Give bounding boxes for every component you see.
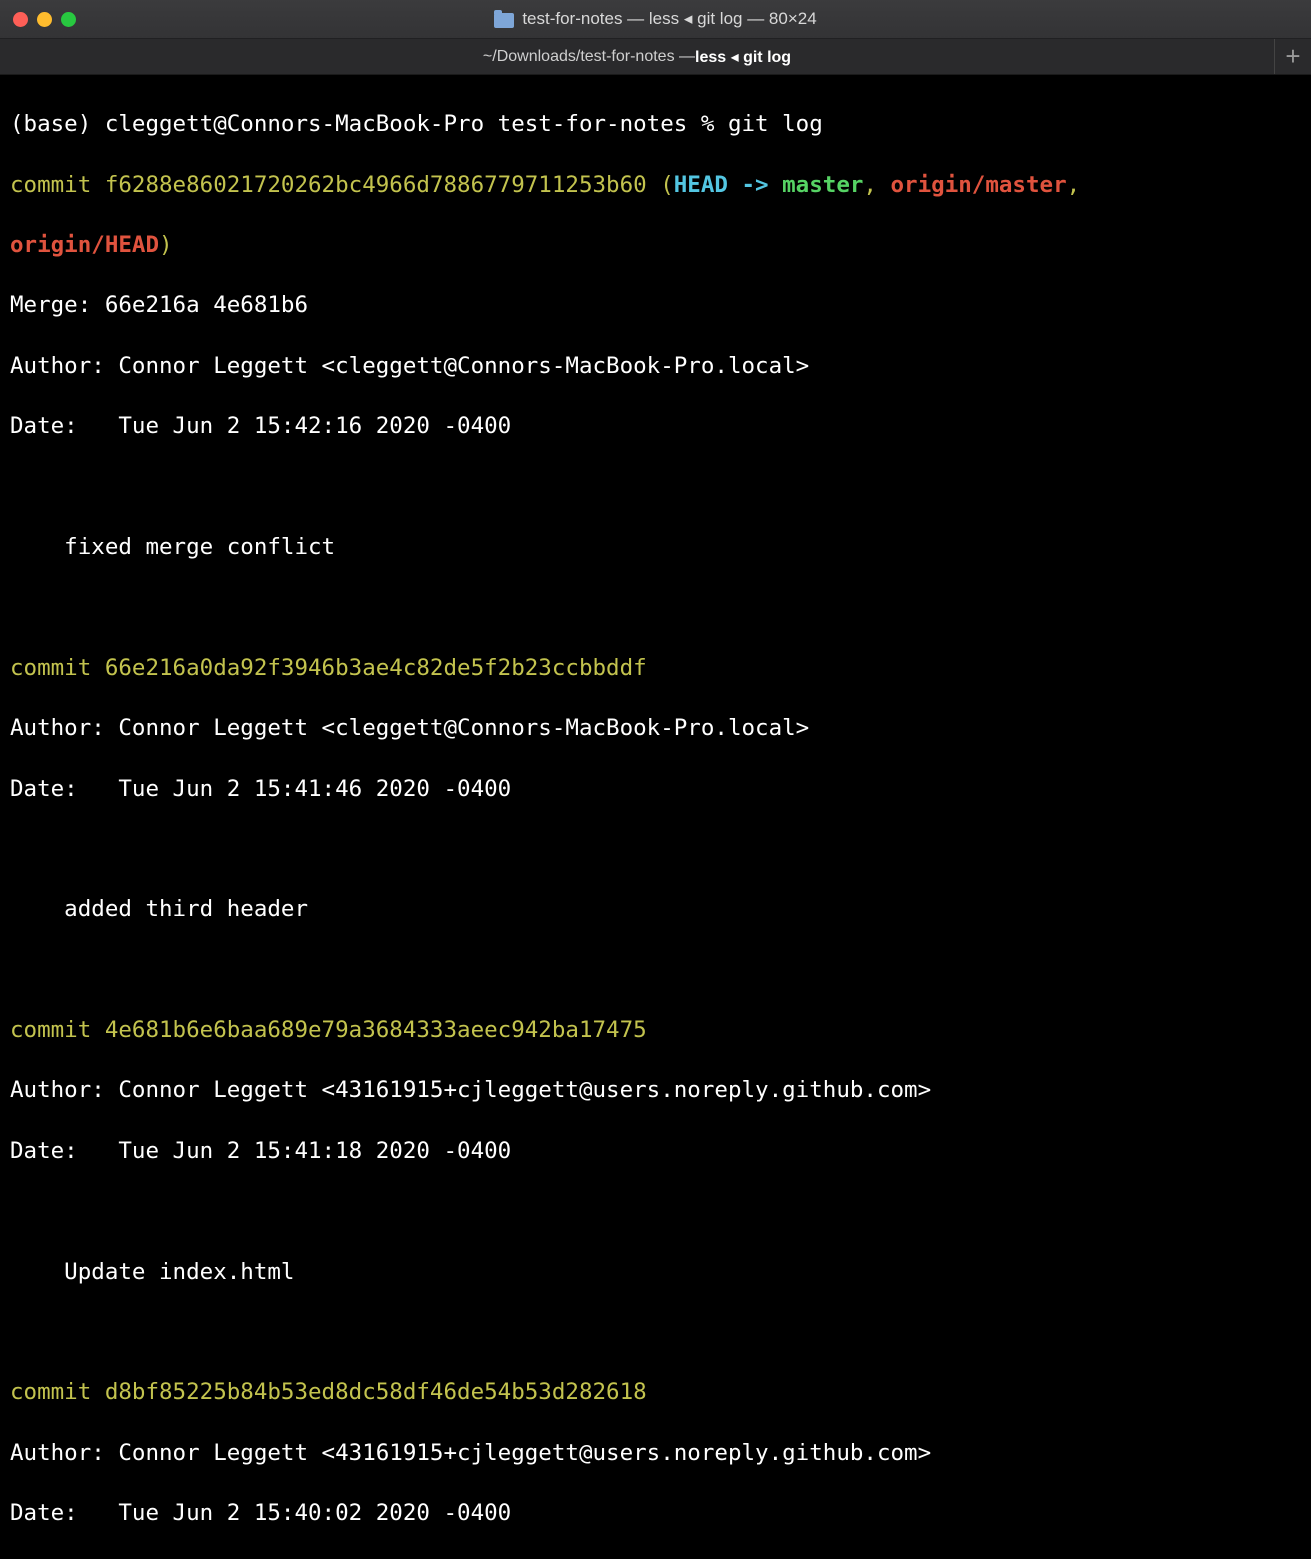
minimize-window-button[interactable]	[37, 12, 52, 27]
ref-close: )	[159, 231, 173, 258]
commit-hash: commit f6288e86021720262bc4966d788677971…	[10, 171, 647, 198]
commit-line-wrap: origin/HEAD)	[10, 230, 1311, 260]
branch-master: master	[782, 171, 864, 198]
prompt-line: (base) cleggett@Connors-MacBook-Pro test…	[10, 109, 1311, 139]
date-line: Date: Tue Jun 2 15:42:16 2020 -0400	[10, 411, 1311, 441]
date-line: Date: Tue Jun 2 15:40:02 2020 -0400	[10, 1498, 1311, 1528]
window-controls	[13, 12, 76, 27]
commit-message: fixed merge conflict	[10, 533, 336, 560]
author-line: Author: Connor Leggett <43161915+cjlegge…	[10, 1075, 1311, 1105]
commit-hash: commit d8bf85225b84b53ed8dc58df46de54b53…	[10, 1379, 647, 1406]
date-text: Date: Tue Jun 2 15:41:46 2020 -0400	[10, 775, 512, 802]
tab-bar: ~/Downloads/test-for-notes — less ◂ git …	[0, 39, 1311, 75]
tab-process: less ◂ git log	[695, 48, 792, 66]
ref-open: (	[646, 171, 674, 198]
commit-line: commit 66e216a0da92f3946b3ae4c82de5f2b23…	[10, 653, 1311, 683]
commit-hash: commit 66e216a0da92f3946b3ae4c82de5f2b23…	[10, 654, 647, 681]
author-text: Author: Connor Leggett <43161915+cjlegge…	[10, 1439, 932, 1466]
date-line: Date: Tue Jun 2 15:41:18 2020 -0400	[10, 1136, 1311, 1166]
branch-origin-head: origin/HEAD	[10, 231, 160, 258]
author-line: Author: Connor Leggett <43161915+cjlegge…	[10, 1438, 1311, 1468]
date-text: Date: Tue Jun 2 15:40:02 2020 -0400	[10, 1500, 512, 1527]
window-title-text: test-for-notes — less ◂ git log — 80×24	[522, 9, 817, 28]
branch-origin-master: origin/master	[890, 171, 1067, 198]
commit-line: commit d8bf85225b84b53ed8dc58df46de54b53…	[10, 1377, 1311, 1407]
ref-separator: ,	[863, 171, 891, 198]
merge-text: Merge: 66e216a 4e681b6	[10, 292, 309, 319]
message-line: fixed merge conflict	[10, 532, 1311, 562]
commit-message: added third header	[10, 896, 309, 923]
message-line: added third header	[10, 894, 1311, 924]
commit-line: commit f6288e86021720262bc4966d788677971…	[10, 170, 1311, 200]
title-bar: test-for-notes — less ◂ git log — 80×24	[0, 0, 1311, 39]
date-text: Date: Tue Jun 2 15:41:18 2020 -0400	[10, 1137, 512, 1164]
author-text: Author: Connor Leggett <43161915+cjlegge…	[10, 1077, 932, 1104]
close-window-button[interactable]	[13, 12, 28, 27]
tab-path: ~/Downloads/test-for-notes —	[482, 47, 696, 65]
prompt-text: (base) cleggett@Connors-MacBook-Pro test…	[10, 111, 823, 138]
date-line: Date: Tue Jun 2 15:41:46 2020 -0400	[10, 774, 1311, 804]
ref-separator: ,	[1066, 171, 1081, 198]
commit-hash: commit 4e681b6e6baa689e79a3684333aeec942…	[10, 1017, 647, 1044]
terminal-output[interactable]: (base) cleggett@Connors-MacBook-Pro test…	[0, 75, 1311, 1559]
zoom-window-button[interactable]	[61, 12, 76, 27]
tab-terminal[interactable]: ~/Downloads/test-for-notes — less ◂ git …	[0, 39, 1274, 74]
message-line: Update index.html	[10, 1257, 1311, 1287]
author-line: Author: Connor Leggett <cleggett@Connors…	[10, 351, 1311, 381]
head-ref: HEAD ->	[673, 171, 783, 198]
commit-message: Update index.html	[10, 1258, 295, 1285]
commit-line: commit 4e681b6e6baa689e79a3684333aeec942…	[10, 1015, 1311, 1045]
author-line: Author: Connor Leggett <cleggett@Connors…	[10, 713, 1311, 743]
window-title: test-for-notes — less ◂ git log — 80×24	[494, 9, 817, 29]
date-text: Date: Tue Jun 2 15:42:16 2020 -0400	[10, 413, 512, 440]
merge-line: Merge: 66e216a 4e681b6	[10, 290, 1311, 320]
new-tab-button[interactable]: +	[1275, 39, 1311, 74]
author-text: Author: Connor Leggett <cleggett@Connors…	[10, 715, 810, 742]
author-text: Author: Connor Leggett <cleggett@Connors…	[10, 352, 810, 379]
folder-icon	[494, 9, 515, 28]
